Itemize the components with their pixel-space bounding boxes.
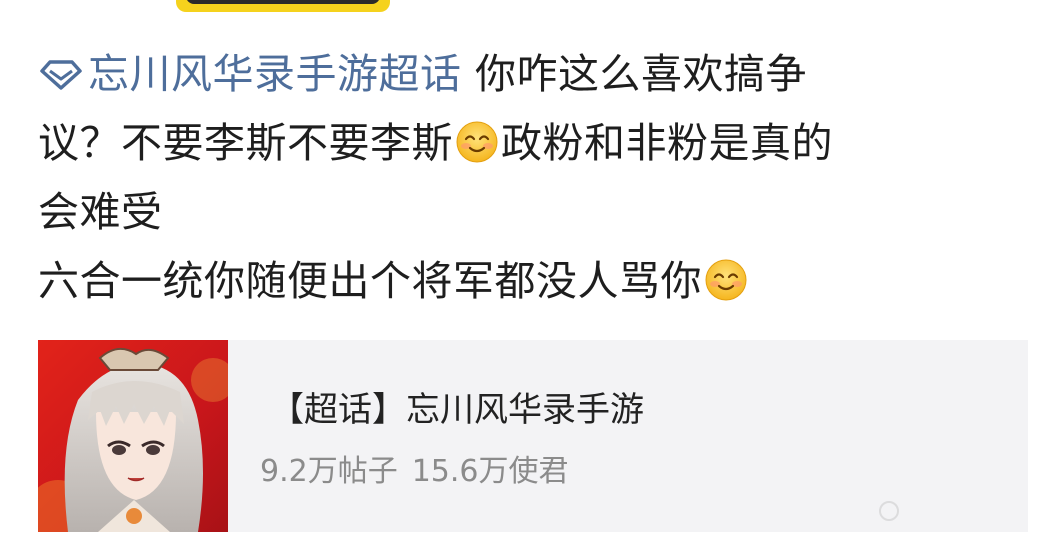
post-count: 9.2万帖子 xyxy=(260,454,398,489)
post-line-1: 忘川风华录手游超话 你咋这么喜欢搞争 xyxy=(38,40,1028,109)
post-text-line2a: 议？不要李斯不要李斯 xyxy=(38,119,453,167)
topic-link-text[interactable]: 忘川风华录手游超话 xyxy=(88,50,462,98)
watermark-icon xyxy=(879,501,899,521)
diamond-icon xyxy=(40,60,82,90)
post-text-line4: 六合一统你随便出个将军都没人骂你 xyxy=(38,257,702,305)
top-sticker-text-block xyxy=(186,0,380,4)
post-line-4: 六合一统你随便出个将军都没人骂你 xyxy=(38,247,1028,316)
supertopic-card[interactable]: 【超话】忘川风华录手游 9.2万帖子 15.6万使君 xyxy=(38,340,1028,532)
smile-emoji-icon xyxy=(705,259,747,301)
post-text-part1: 你咋这么喜欢搞争 xyxy=(475,50,808,98)
post-text-line2b: 政粉和非粉是真的 xyxy=(501,119,833,167)
post-line-3: 会难受 xyxy=(38,188,163,236)
member-count: 15.6万使君 xyxy=(411,454,569,489)
post-line-2: 议？不要李斯不要李斯 政粉和非粉是真的 xyxy=(38,109,1028,178)
post-body: 忘川风华录手游超话 你咋这么喜欢搞争 议？不要李斯不要李斯 政粉和非粉是真的 会… xyxy=(38,40,1028,316)
topic-link[interactable]: 忘川风华录手游超话 xyxy=(38,50,475,98)
supertopic-avatar xyxy=(38,340,228,532)
supertopic-title: 【超话】忘川风华录手游 xyxy=(270,390,644,430)
smile-emoji-icon xyxy=(456,121,498,163)
supertopic-stats: 9.2万帖子 15.6万使君 xyxy=(260,446,583,490)
